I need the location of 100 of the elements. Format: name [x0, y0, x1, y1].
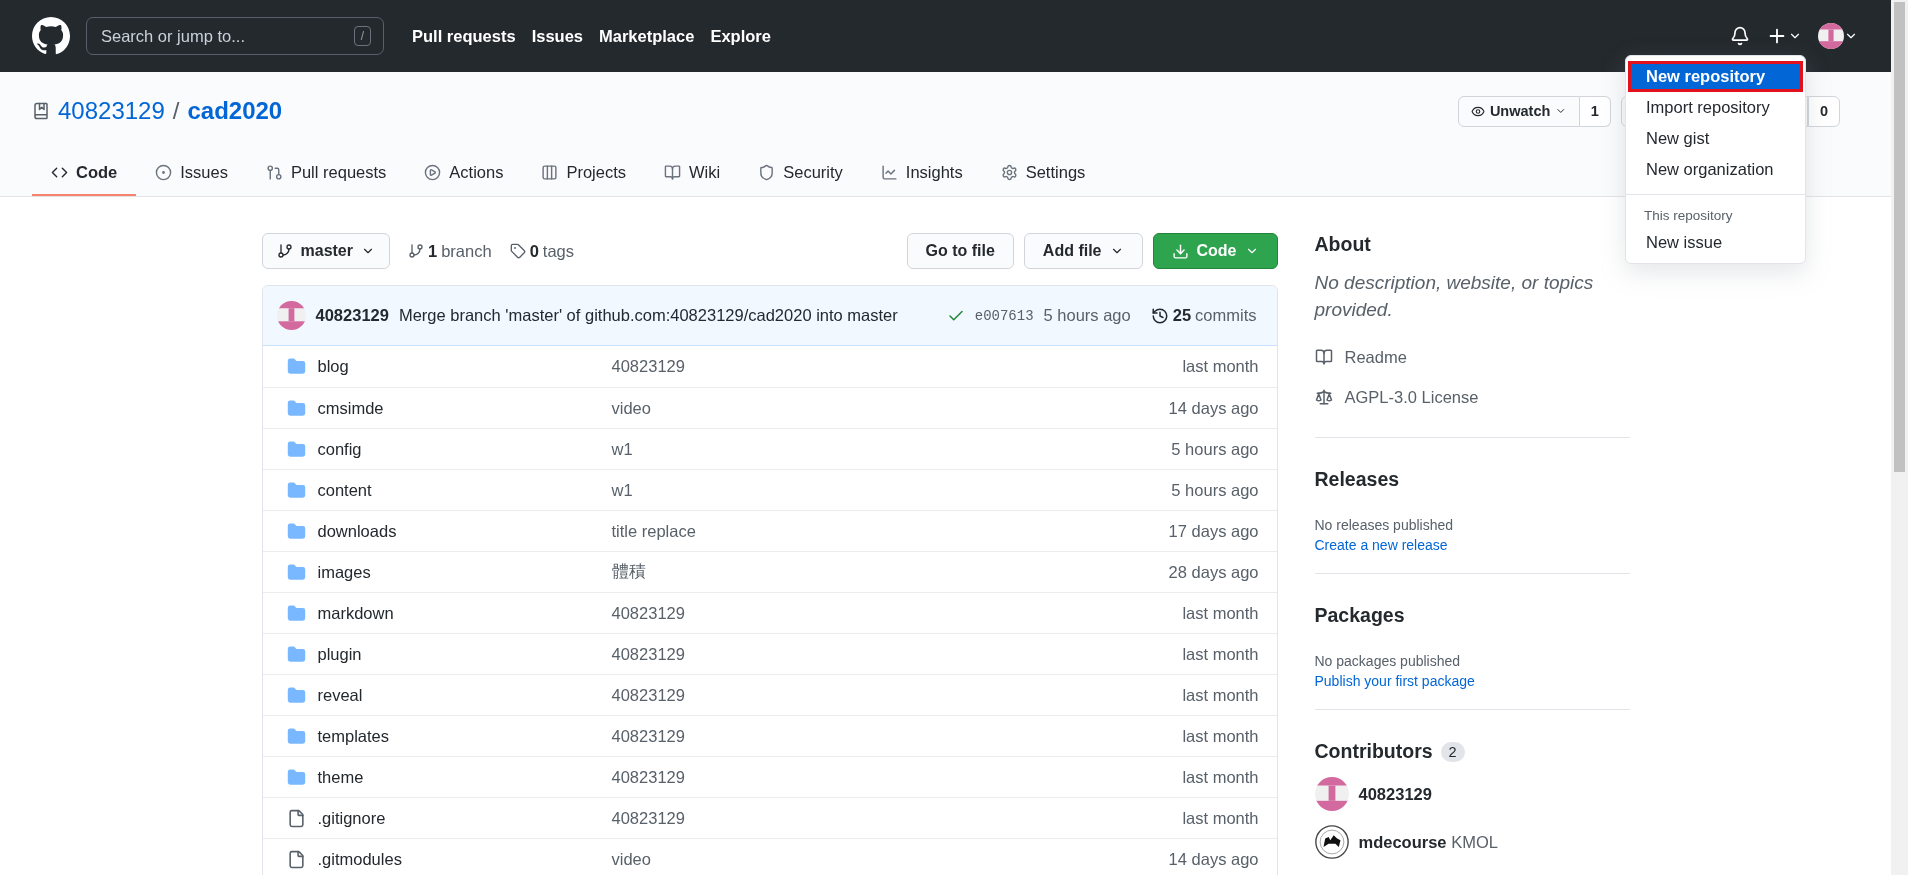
- commit-sha[interactable]: e007613: [974, 307, 1034, 324]
- sidebar-link[interactable]: Readme: [1314, 337, 1630, 378]
- circle-dot-icon: [155, 163, 173, 181]
- commit-author[interactable]: 40823129: [315, 306, 389, 325]
- tab[interactable]: Insights: [861, 150, 982, 196]
- file-name[interactable]: .gitignore: [317, 808, 612, 828]
- commit-message[interactable]: Merge branch 'master' of github.com:40823129/cad2020 into master: [398, 306, 937, 325]
- tab[interactable]: Wiki: [645, 150, 740, 196]
- commit-message[interactable]: video: [611, 398, 1169, 418]
- file-name[interactable]: plugin: [317, 644, 612, 664]
- contributor-link[interactable]: 40823129: [1358, 784, 1432, 804]
- nav-link[interactable]: Pull requests: [412, 26, 516, 46]
- file-name[interactable]: content: [317, 480, 612, 500]
- file-name[interactable]: images: [317, 562, 612, 582]
- commit-time: 17 days ago: [1168, 521, 1259, 541]
- gear-icon: [1000, 163, 1018, 181]
- menu-item[interactable]: Import repository: [1628, 92, 1803, 123]
- user-menu-toggle[interactable]: [1818, 23, 1858, 49]
- file-name[interactable]: reveal: [317, 685, 612, 705]
- search-field[interactable]: Search or jump to... /: [86, 17, 384, 55]
- folder-icon: [286, 357, 306, 376]
- file-name[interactable]: markdown: [317, 603, 612, 623]
- folder-icon: [286, 439, 306, 459]
- folder-icon: [286, 521, 306, 541]
- logo[interactable]: [32, 17, 70, 55]
- avatar[interactable]: [1818, 23, 1844, 49]
- commit-message[interactable]: video: [611, 849, 1169, 869]
- bell-icon: [1730, 26, 1750, 46]
- file-icon: [286, 849, 306, 869]
- watch-button[interactable]: Unwatch: [1457, 95, 1580, 127]
- tab[interactable]: Actions: [405, 150, 523, 196]
- folder-icon: [286, 644, 306, 664]
- branch-button[interactable]: master: [261, 233, 390, 269]
- commit-message[interactable]: 40823129: [611, 644, 1183, 664]
- menu-item[interactable]: New gist: [1628, 123, 1803, 154]
- nav-link[interactable]: Issues: [531, 26, 583, 46]
- tab[interactable]: Pull requests: [246, 150, 406, 196]
- commit-message[interactable]: 40823129: [611, 357, 1183, 376]
- fork-count[interactable]: 0: [1807, 95, 1840, 127]
- commit-time: 5 hours ago: [1043, 306, 1131, 325]
- commit-time: 14 days ago: [1168, 398, 1259, 418]
- commit-time: last month: [1182, 808, 1259, 828]
- scale-icon: [1314, 388, 1333, 407]
- shield-icon: [758, 163, 776, 181]
- watch-count[interactable]: 1: [1579, 95, 1611, 127]
- contributor-link[interactable]: mdecourse KMOL: [1358, 832, 1498, 852]
- tab[interactable]: Code: [32, 150, 137, 196]
- commit-time: last month: [1182, 685, 1259, 705]
- tab[interactable]: Issues: [136, 150, 247, 196]
- scrollbar[interactable]: [1891, 0, 1908, 875]
- sidebar-link[interactable]: AGPL-3.0 License: [1314, 377, 1630, 418]
- book-icon: [664, 163, 682, 181]
- commit-message[interactable]: title replace: [611, 521, 1169, 541]
- commits-link[interactable]: 25 commits: [1150, 306, 1257, 325]
- menu-item[interactable]: New organization: [1628, 154, 1803, 185]
- file-name[interactable]: config: [317, 439, 612, 459]
- line-chart-icon: [880, 163, 898, 181]
- history-icon: [1150, 306, 1169, 325]
- tab[interactable]: Projects: [522, 150, 646, 196]
- count-badge: 2: [1440, 741, 1465, 762]
- commit-message[interactable]: w1: [611, 439, 1172, 459]
- placeholder: Search or jump to...: [101, 26, 245, 46]
- button[interactable]: Add file: [1023, 233, 1143, 269]
- file-name[interactable]: blog: [317, 357, 612, 376]
- commit-message[interactable]: 40823129: [611, 726, 1183, 746]
- repo-name-link[interactable]: cad2020: [187, 97, 283, 125]
- folder-icon: [286, 767, 306, 787]
- tag-icon: [509, 243, 526, 259]
- menu-item[interactable]: New repository: [1628, 61, 1803, 92]
- avatar[interactable]: [1314, 825, 1349, 860]
- sidebar-link[interactable]: Create a new release: [1314, 537, 1630, 554]
- commit-message[interactable]: 40823129: [611, 808, 1183, 828]
- branches-link[interactable]: 1 branch: [408, 241, 492, 261]
- section-title: Releases: [1314, 468, 1400, 492]
- nav-link[interactable]: Marketplace: [599, 26, 695, 46]
- branch-icon: [408, 243, 424, 259]
- file-icon: [286, 808, 306, 828]
- commit-message[interactable]: 40823129: [611, 603, 1183, 623]
- repo-owner-link[interactable]: 40823129: [58, 97, 165, 125]
- columns-icon: [541, 163, 559, 181]
- commit-message[interactable]: w1: [611, 480, 1172, 500]
- tags-link[interactable]: 0 tags: [509, 241, 574, 261]
- file-name[interactable]: cmsimde: [317, 398, 612, 418]
- file-name[interactable]: templates: [317, 726, 612, 746]
- commit-message[interactable]: 40823129: [611, 685, 1183, 705]
- menu-item[interactable]: New issue: [1628, 227, 1803, 258]
- sidebar-link[interactable]: Publish your first package: [1314, 673, 1630, 690]
- shortcut-key: /: [353, 26, 371, 46]
- file-name[interactable]: .gitmodules: [317, 849, 612, 869]
- tab[interactable]: Security: [739, 150, 862, 196]
- file-name[interactable]: downloads: [317, 521, 612, 541]
- button[interactable]: Go to file: [906, 233, 1014, 269]
- commit-time: 5 hours ago: [1171, 480, 1259, 500]
- commit-message[interactable]: 40823129: [611, 767, 1183, 787]
- file-name[interactable]: theme: [317, 767, 612, 787]
- commit-message[interactable]: 體積: [611, 561, 1169, 583]
- play-icon: [424, 163, 442, 181]
- section-title: Packages: [1314, 604, 1405, 628]
- tab[interactable]: Settings: [981, 150, 1105, 196]
- nav-link[interactable]: Explore: [710, 26, 771, 46]
